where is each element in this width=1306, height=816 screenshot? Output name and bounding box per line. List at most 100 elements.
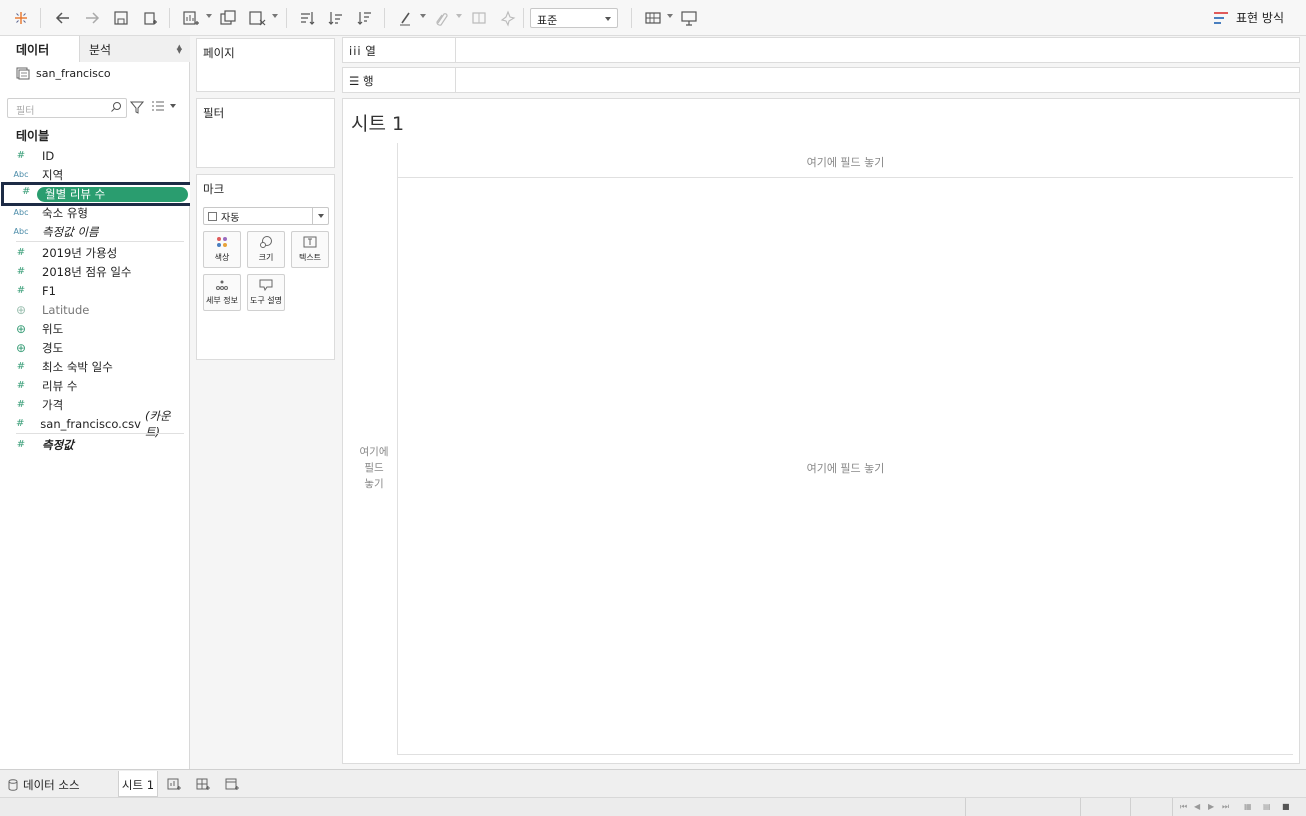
size-label: 크기 xyxy=(258,253,274,262)
text-mark-button[interactable]: 텍스트 xyxy=(291,231,329,268)
swap-rows-columns-icon[interactable] xyxy=(296,7,318,29)
fit-select[interactable]: 표준 xyxy=(530,8,618,28)
detail-mark-button[interactable]: 세부 정보 xyxy=(203,274,241,311)
field-label: ID xyxy=(42,148,55,163)
new-worksheet-icon[interactable] xyxy=(180,7,202,29)
tooltip-label: 도구 설명 xyxy=(250,296,282,305)
clear-sheet-icon[interactable] xyxy=(246,7,268,29)
field-item[interactable]: ⊕ 위도 xyxy=(0,319,184,338)
view-options-icon[interactable] xyxy=(152,101,176,111)
search-placeholder: 필터 xyxy=(16,106,35,117)
field-item[interactable]: # F1 xyxy=(0,281,184,300)
field-search-input[interactable]: 필터 xyxy=(7,98,127,118)
database-icon xyxy=(8,779,18,791)
first-sheet-icon[interactable]: ⏮ xyxy=(1180,802,1187,812)
tooltip-icon xyxy=(248,275,284,295)
toolbar: 표준 표현 방식 xyxy=(0,0,1306,36)
field-item[interactable]: # ID xyxy=(0,146,184,165)
save-icon[interactable] xyxy=(110,7,132,29)
column-drop-zone[interactable]: 여기에 필드 놓기 xyxy=(397,143,1293,178)
rows-shelf[interactable]: ☰ 행 xyxy=(342,67,1300,93)
undo-icon[interactable] xyxy=(52,7,74,29)
filter-icon[interactable] xyxy=(130,100,144,114)
new-datasource-icon[interactable] xyxy=(139,7,161,29)
filmstrip-icon[interactable]: ▤ xyxy=(1263,802,1271,811)
measure-hash-icon: # xyxy=(16,150,26,161)
dimension-abc-icon: Abc xyxy=(13,227,29,236)
measure-hash-icon: # xyxy=(16,266,26,277)
mark-type-value: 자동 xyxy=(221,212,240,224)
filters-title: 필터 xyxy=(203,106,225,120)
marks-card: 마크 자동 색상 크기 텍스트 세부 정보 도구 설명 xyxy=(196,174,335,360)
prev-sheet-icon[interactable]: ◀ xyxy=(1194,802,1200,811)
field-label: 지역 xyxy=(42,167,64,182)
next-sheet-icon[interactable]: ▶ xyxy=(1208,802,1214,811)
sheet-title[interactable]: 시트 1 xyxy=(351,109,404,136)
highlight-icon[interactable] xyxy=(395,7,417,29)
measure-hash-icon: # xyxy=(16,247,26,258)
field-label: 2018년 점유 일수 xyxy=(42,264,132,279)
filters-shelf[interactable]: 필터 xyxy=(196,98,335,168)
datasource-item[interactable]: san_francisco xyxy=(16,66,111,80)
presentation-mode-icon[interactable] xyxy=(678,7,700,29)
pages-shelf[interactable]: 페이지 xyxy=(196,38,335,92)
tabs-view-icon[interactable]: ■ xyxy=(1282,802,1290,811)
field-item[interactable]: # 2018년 점유 일수 xyxy=(0,262,184,281)
field-label: 최소 숙박 일수 xyxy=(42,359,113,374)
color-label: 색상 xyxy=(214,253,230,262)
field-item[interactable]: ⊕ Latitude xyxy=(0,300,184,319)
tooltip-mark-button[interactable]: 도구 설명 xyxy=(247,274,285,311)
pane-tabs: 데이터 분석 ▲ ▼ xyxy=(0,36,190,62)
new-story-icon[interactable] xyxy=(224,776,240,792)
size-mark-button[interactable]: 크기 xyxy=(247,231,285,268)
sheet-tab[interactable]: 시트 1 xyxy=(118,771,158,797)
row-drop-zone[interactable]: 여기에 필드 놓기 xyxy=(351,178,397,754)
sort-ascending-icon[interactable] xyxy=(325,7,347,29)
detail-icon xyxy=(204,275,240,295)
last-sheet-icon[interactable]: ⏭ xyxy=(1222,802,1229,812)
field-item[interactable]: # 측정값 xyxy=(0,435,184,454)
tableau-logo-icon[interactable] xyxy=(10,7,32,29)
datasource-tab[interactable]: 데이터 소스 xyxy=(8,777,80,793)
show-cards-icon[interactable] xyxy=(642,7,664,29)
color-icon xyxy=(204,232,240,252)
tab-analysis-label: 분석 xyxy=(89,43,112,57)
rows-label: ☰ 행 xyxy=(349,74,374,88)
field-label: 가격 xyxy=(42,397,64,412)
text-icon xyxy=(292,232,328,252)
duplicate-sheet-icon[interactable] xyxy=(217,7,239,29)
measure-hash-icon: # xyxy=(16,399,26,410)
mark-type-select[interactable]: 자동 xyxy=(203,207,329,225)
globe-icon: ⊕ xyxy=(15,321,27,336)
field-item[interactable]: # 최소 숙박 일수 xyxy=(0,357,184,376)
field-item-selected[interactable]: # 월별 리뷰 수 xyxy=(1,182,193,206)
sort-descending-icon[interactable] xyxy=(354,7,376,29)
color-mark-button[interactable]: 색상 xyxy=(203,231,241,268)
tables-header: 테이블 xyxy=(16,129,50,143)
size-icon xyxy=(248,232,284,252)
field-item[interactable]: # san_francisco.csv (카운트) xyxy=(0,409,184,439)
field-item[interactable]: ⊕ 경도 xyxy=(0,338,184,357)
field-label: 경도 xyxy=(42,340,64,355)
main-drop-zone[interactable]: 여기에 필드 놓기 xyxy=(397,178,1293,755)
fix-axes-icon[interactable] xyxy=(497,7,519,29)
field-item[interactable]: # 2019년 가용성 xyxy=(0,243,184,262)
new-worksheet-icon[interactable] xyxy=(166,776,182,792)
redo-icon[interactable] xyxy=(81,7,103,29)
tab-data[interactable]: 데이터 xyxy=(0,36,79,62)
measure-hash-icon: # xyxy=(15,418,25,429)
field-pill[interactable]: 월별 리뷰 수 xyxy=(37,187,188,202)
fit-select-value: 표준 xyxy=(537,14,558,27)
field-item[interactable]: # 리뷰 수 xyxy=(0,376,184,395)
field-item[interactable]: Abc 측정값 이름 xyxy=(0,222,184,241)
dimension-abc-icon: Abc xyxy=(13,208,29,217)
sheet-sorter-icon[interactable]: ▦ xyxy=(1244,802,1252,811)
tab-analysis[interactable]: 분석 ▲ ▼ xyxy=(79,36,190,62)
group-members-icon[interactable] xyxy=(430,7,452,29)
field-label: 2019년 가용성 xyxy=(42,245,118,260)
show-labels-icon[interactable] xyxy=(468,7,490,29)
columns-shelf[interactable]: iii 열 xyxy=(342,37,1300,63)
datasource-tab-label: 데이터 소스 xyxy=(23,778,80,792)
new-dashboard-icon[interactable] xyxy=(195,776,211,792)
show-me-button[interactable]: 표현 방식 xyxy=(1214,9,1284,26)
